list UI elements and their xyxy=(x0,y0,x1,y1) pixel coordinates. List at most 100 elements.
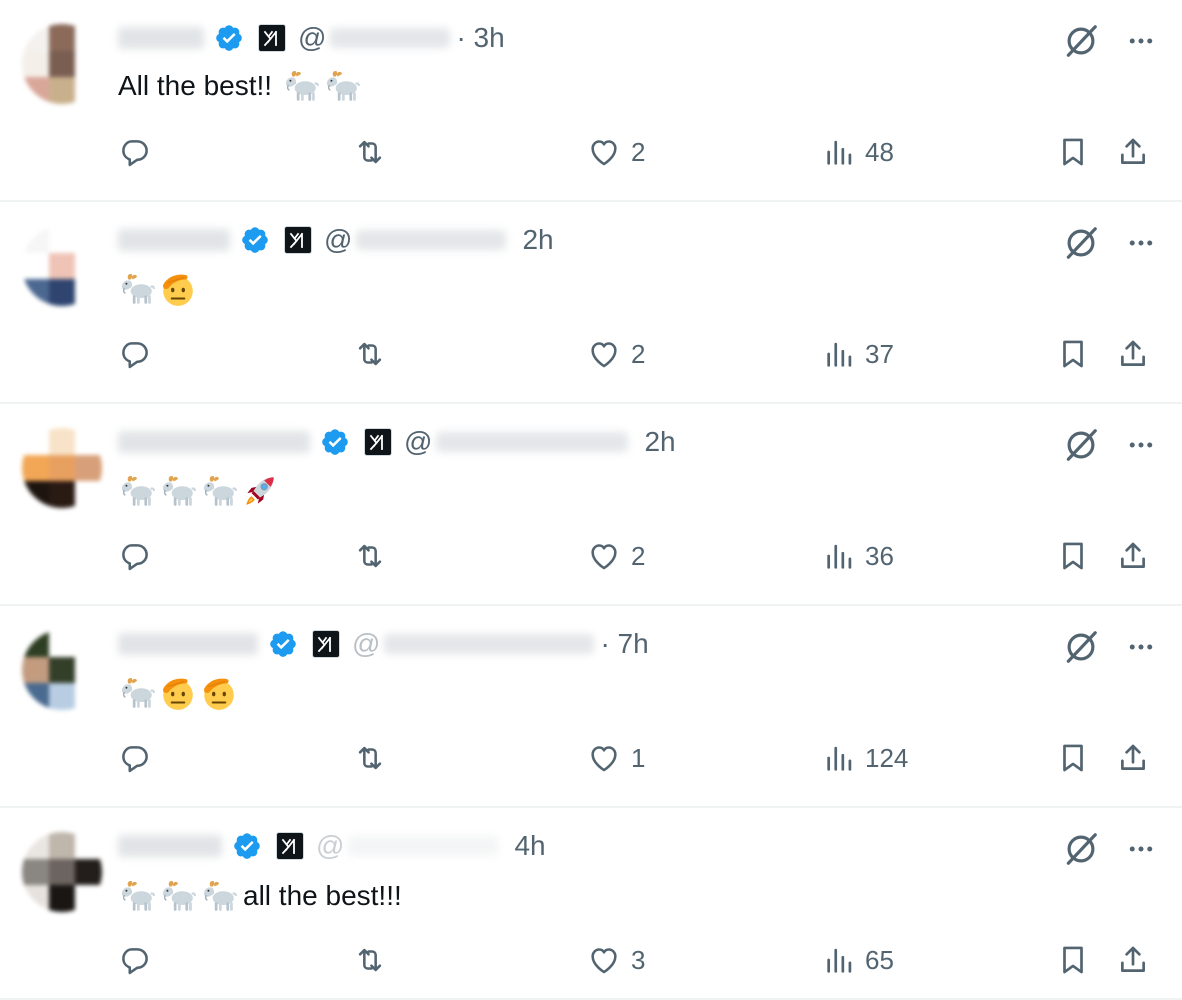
handle-at[interactable]: @ xyxy=(404,426,432,458)
heart-icon xyxy=(587,943,621,977)
avatar[interactable] xyxy=(22,832,102,912)
more-options-icon[interactable] xyxy=(1124,228,1158,258)
handle-at[interactable]: @ xyxy=(324,224,352,256)
verified-badge-icon[interactable] xyxy=(268,629,298,659)
tweet-header: @ · 3h xyxy=(118,18,505,58)
reply-button[interactable] xyxy=(118,734,162,782)
grok-icon[interactable] xyxy=(1062,830,1100,868)
grok-icon[interactable] xyxy=(1062,22,1100,60)
display-name-redacted[interactable] xyxy=(118,633,258,655)
reply-tweet[interactable]: @ 4h all the best!!! 3 65 xyxy=(0,808,1182,1000)
bookmark-button[interactable] xyxy=(1056,734,1090,782)
like-button[interactable]: 2 xyxy=(587,330,645,378)
more-options-icon[interactable] xyxy=(1124,834,1158,864)
display-name-redacted[interactable] xyxy=(118,27,204,49)
reply-button[interactable] xyxy=(118,128,162,176)
reply-tweet[interactable]: @ · 3h All the best!! 2 48 xyxy=(0,0,1182,202)
retweet-button[interactable] xyxy=(353,330,397,378)
xai-affiliate-badge-icon[interactable] xyxy=(258,24,286,52)
share-button[interactable] xyxy=(1116,936,1150,984)
share-icon xyxy=(1116,135,1150,169)
reply-tweet[interactable]: @ 2h 2 36 xyxy=(0,404,1182,606)
grok-icon[interactable] xyxy=(1062,426,1100,464)
goat-emoji xyxy=(118,270,156,308)
retweet-button[interactable] xyxy=(353,128,397,176)
reply-tweet[interactable]: @ 2h 2 37 xyxy=(0,202,1182,404)
verified-badge-icon[interactable] xyxy=(320,427,350,457)
avatar[interactable] xyxy=(22,630,102,710)
views-button[interactable]: 37 xyxy=(823,330,894,378)
bookmark-button[interactable] xyxy=(1056,330,1090,378)
tweet-actions: 1 124 xyxy=(0,734,1182,782)
timestamp[interactable]: · 7h xyxy=(600,628,648,660)
tweet-actions: 3 65 xyxy=(0,936,1182,984)
like-button[interactable]: 1 xyxy=(587,734,645,782)
tweet-header: @ 4h xyxy=(118,826,546,866)
views-button[interactable]: 124 xyxy=(823,734,908,782)
like-button[interactable]: 2 xyxy=(587,128,645,176)
reply-button[interactable] xyxy=(118,936,162,984)
timestamp[interactable]: 4h xyxy=(514,830,545,862)
retweet-icon xyxy=(353,539,387,573)
display-name-redacted[interactable] xyxy=(118,229,230,251)
xai-affiliate-badge-icon[interactable] xyxy=(364,428,392,456)
retweet-button[interactable] xyxy=(353,936,397,984)
timestamp[interactable]: · 3h xyxy=(456,22,504,54)
handle-at[interactable]: @ xyxy=(316,830,344,862)
share-button[interactable] xyxy=(1116,330,1150,378)
bookmark-icon xyxy=(1056,135,1090,169)
grok-icon[interactable] xyxy=(1062,628,1100,666)
timestamp[interactable]: 2h xyxy=(644,426,675,458)
retweet-button[interactable] xyxy=(353,532,397,580)
like-count: 1 xyxy=(631,742,646,773)
views-button[interactable]: 36 xyxy=(823,532,894,580)
verified-badge-icon[interactable] xyxy=(240,225,270,255)
reply-button[interactable] xyxy=(118,330,162,378)
display-name-redacted[interactable] xyxy=(118,431,310,453)
reply-button[interactable] xyxy=(118,532,162,580)
avatar[interactable] xyxy=(22,226,102,306)
share-button[interactable] xyxy=(1116,128,1150,176)
goat-emoji xyxy=(159,877,197,915)
views-icon xyxy=(823,943,857,977)
share-button[interactable] xyxy=(1116,734,1150,782)
views-button[interactable]: 48 xyxy=(823,128,894,176)
bookmark-icon xyxy=(1056,337,1090,371)
handle-at[interactable]: @ xyxy=(352,628,380,660)
handle-at[interactable]: @ xyxy=(298,22,326,54)
reply-tweet[interactable]: @ · 7h 1 124 xyxy=(0,606,1182,808)
more-options-icon[interactable] xyxy=(1124,632,1158,662)
handle-redacted[interactable] xyxy=(436,432,629,452)
handle-redacted[interactable] xyxy=(330,28,451,48)
share-icon xyxy=(1116,337,1150,371)
display-name-redacted[interactable] xyxy=(118,835,222,857)
bookmark-button[interactable] xyxy=(1056,532,1090,580)
bookmark-button[interactable] xyxy=(1056,128,1090,176)
verified-badge-icon[interactable] xyxy=(232,831,262,861)
more-options-icon[interactable] xyxy=(1124,26,1158,56)
share-icon xyxy=(1116,741,1150,775)
xai-affiliate-badge-icon[interactable] xyxy=(276,832,304,860)
xai-affiliate-badge-icon[interactable] xyxy=(312,630,340,658)
handle-redacted[interactable] xyxy=(348,836,499,856)
retweet-icon xyxy=(353,741,387,775)
retweet-button[interactable] xyxy=(353,734,397,782)
more-options-icon[interactable] xyxy=(1124,430,1158,460)
tweet-text-content: all the best!!! xyxy=(243,880,402,911)
views-button[interactable]: 65 xyxy=(823,936,894,984)
timestamp[interactable]: 2h xyxy=(522,224,553,256)
bookmark-button[interactable] xyxy=(1056,936,1090,984)
handle-redacted[interactable] xyxy=(356,230,507,250)
tweet-header: @ · 7h xyxy=(118,624,649,664)
tweet-text xyxy=(118,270,202,308)
like-button[interactable]: 2 xyxy=(587,532,645,580)
avatar[interactable] xyxy=(22,428,102,508)
grok-icon[interactable] xyxy=(1062,224,1100,262)
goat-emoji xyxy=(118,472,156,510)
handle-redacted[interactable] xyxy=(384,634,595,654)
verified-badge-icon[interactable] xyxy=(214,23,244,53)
share-button[interactable] xyxy=(1116,532,1150,580)
like-button[interactable]: 3 xyxy=(587,936,645,984)
avatar[interactable] xyxy=(22,24,102,104)
xai-affiliate-badge-icon[interactable] xyxy=(284,226,312,254)
